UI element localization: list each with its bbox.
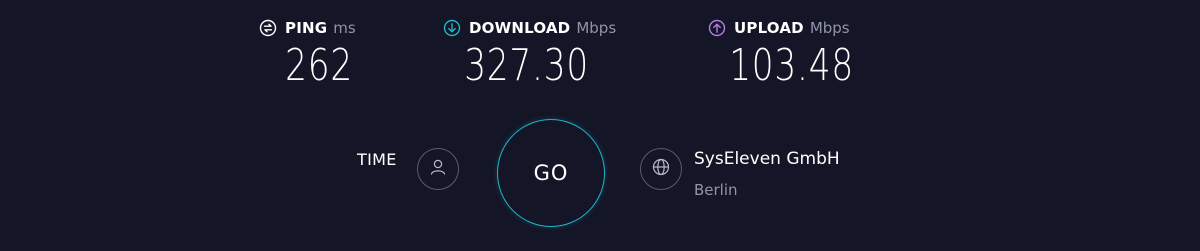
- ping-metric: PING ms 262: [259, 17, 359, 91]
- server-name[interactable]: SysEleven GmbH: [694, 149, 840, 169]
- download-value: 327.30: [464, 40, 589, 91]
- time-label: TIME: [357, 150, 397, 169]
- server-location: Berlin: [694, 181, 738, 199]
- upload-arrow-icon: [708, 19, 726, 37]
- download-arrow-icon: [443, 19, 461, 37]
- upload-header: UPLOAD Mbps: [708, 17, 868, 39]
- go-label: GO: [533, 161, 569, 185]
- upload-label: UPLOAD: [734, 19, 804, 37]
- person-icon: [428, 157, 448, 181]
- time-user-button[interactable]: [417, 148, 459, 190]
- server-select-button[interactable]: [640, 148, 682, 190]
- upload-unit: Mbps: [809, 19, 850, 37]
- upload-metric: UPLOAD Mbps 103.48: [708, 17, 868, 91]
- ping-value: 262: [285, 40, 353, 91]
- ping-unit: ms: [333, 19, 356, 37]
- download-metric: DOWNLOAD Mbps 327.30: [443, 17, 623, 91]
- ping-label: PING: [285, 19, 328, 37]
- download-unit: Mbps: [576, 19, 617, 37]
- ping-icon: [259, 19, 277, 37]
- upload-value: 103.48: [729, 40, 854, 91]
- ping-header: PING ms: [259, 17, 359, 39]
- go-button[interactable]: GO: [497, 119, 605, 227]
- globe-icon: [651, 157, 671, 181]
- download-header: DOWNLOAD Mbps: [443, 17, 623, 39]
- download-label: DOWNLOAD: [469, 19, 571, 37]
